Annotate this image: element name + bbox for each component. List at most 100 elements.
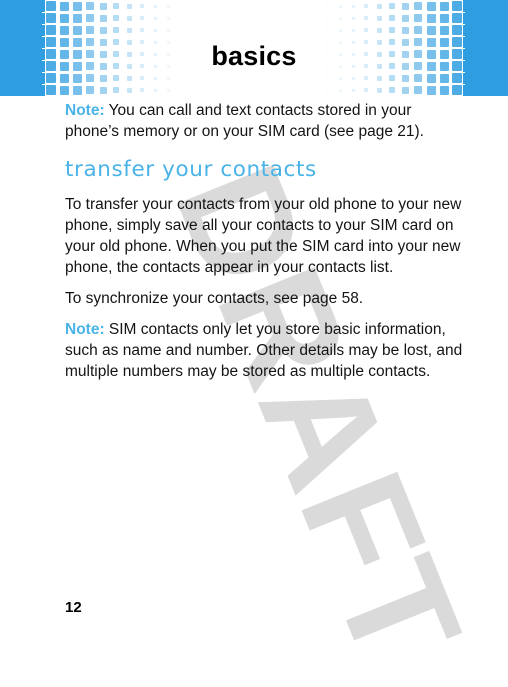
header-pattern-tick xyxy=(42,12,56,13)
header-pattern-square xyxy=(452,25,462,35)
header-pattern-square xyxy=(140,88,144,92)
header-pattern-square xyxy=(414,26,422,34)
header-pattern-tick xyxy=(42,48,56,49)
header-pattern-square xyxy=(166,16,170,20)
header-pattern-square xyxy=(153,4,157,8)
note-label: Note: xyxy=(65,321,105,338)
header-pattern-square xyxy=(414,2,422,10)
synchronize-paragraph: To synchronize your contacts, see page 5… xyxy=(65,290,364,307)
header-pattern-tick xyxy=(453,72,465,73)
header-pattern-square xyxy=(452,13,462,23)
header-pattern-tick xyxy=(453,36,465,37)
transfer-paragraph: To transfer your contacts from your old … xyxy=(65,196,462,276)
header-pattern-square xyxy=(46,13,56,23)
header-pattern-square xyxy=(59,1,69,11)
closing-note: Note: SIM contacts only let you store ba… xyxy=(65,319,465,382)
header-pattern-square xyxy=(389,15,395,21)
header-pattern-square xyxy=(426,25,436,35)
header-pattern-square xyxy=(351,16,355,20)
header-pattern-square xyxy=(389,75,395,81)
header-pattern-square xyxy=(166,88,170,92)
header-pattern-square xyxy=(326,17,328,19)
header-pattern-square xyxy=(439,85,449,95)
header-pattern-square xyxy=(426,73,436,83)
header-pattern-square xyxy=(46,85,56,95)
header-pattern-square xyxy=(59,73,69,83)
header-pattern-tick xyxy=(453,24,465,25)
header-pattern-square xyxy=(166,28,170,32)
header-pattern-square xyxy=(376,75,382,81)
note-text: You can call and text contacts stored in… xyxy=(65,102,424,140)
header-pattern-square xyxy=(376,87,382,93)
header-pattern-square xyxy=(180,89,182,91)
header-pattern-square xyxy=(452,1,462,11)
chapter-title: basics xyxy=(211,41,297,71)
header-pattern-tick xyxy=(42,96,56,97)
header-pattern-tick xyxy=(42,60,56,61)
header-pattern-square xyxy=(180,17,182,19)
header-pattern-square xyxy=(326,89,328,91)
page-content: Note: You can call and text contacts sto… xyxy=(65,100,465,392)
header-pattern-square xyxy=(364,28,368,32)
header-pattern-square xyxy=(326,77,328,79)
header-pattern-tick xyxy=(453,12,465,13)
header-pattern-square xyxy=(338,76,342,80)
header-pattern-square xyxy=(376,3,382,9)
header-pattern-square xyxy=(113,3,119,9)
header-pattern-square xyxy=(326,29,328,31)
header-pattern-square xyxy=(326,5,328,7)
header-pattern-square xyxy=(126,15,132,21)
header-pattern-square xyxy=(401,86,409,94)
header-pattern-square xyxy=(99,14,107,22)
header-pattern-tick xyxy=(453,60,465,61)
header-pattern-square xyxy=(86,74,94,82)
intro-note: Note: You can call and text contacts sto… xyxy=(65,100,465,142)
header-pattern-square xyxy=(153,28,157,32)
header-pattern-tick xyxy=(453,84,465,85)
header-pattern-square xyxy=(426,85,436,95)
header-pattern-square xyxy=(338,88,342,92)
header-pattern-square xyxy=(140,76,144,80)
header-pattern-square xyxy=(364,16,368,20)
header-pattern-square xyxy=(364,76,368,80)
header-pattern-square xyxy=(72,13,82,23)
header-pattern-square xyxy=(86,26,94,34)
section-heading: transfer your contacts xyxy=(65,157,317,182)
header-pattern-tick xyxy=(42,24,56,25)
header-pattern-square xyxy=(351,4,355,8)
header-pattern-square xyxy=(401,74,409,82)
header-pattern-tick xyxy=(42,36,56,37)
header-pattern-square xyxy=(86,14,94,22)
header-pattern-tick xyxy=(453,48,465,49)
header-pattern-square xyxy=(126,87,132,93)
header-pattern-square xyxy=(401,2,409,10)
header-pattern-square xyxy=(414,14,422,22)
header-pattern-square xyxy=(426,1,436,11)
header-pattern-square xyxy=(153,76,157,80)
header-pattern-square xyxy=(113,75,119,81)
header-pattern-square xyxy=(86,86,94,94)
header-pattern-square xyxy=(338,16,342,20)
header-pattern-square xyxy=(153,16,157,20)
header-pattern-square xyxy=(389,3,395,9)
header-pattern-square xyxy=(59,85,69,95)
header-pattern-square xyxy=(401,26,409,34)
header-pattern-square xyxy=(414,74,422,82)
header-pattern-square xyxy=(113,27,119,33)
header-pattern-square xyxy=(338,4,342,8)
header-pattern-square xyxy=(59,25,69,35)
header-pattern-square xyxy=(401,14,409,22)
header-pattern-square xyxy=(46,25,56,35)
header-pattern-square xyxy=(72,25,82,35)
header-pattern-square xyxy=(439,13,449,23)
header-pattern-square xyxy=(452,73,462,83)
header-pattern-square xyxy=(351,88,355,92)
header-pattern-square xyxy=(99,74,107,82)
header-pattern-square xyxy=(72,85,82,95)
header-pattern-square xyxy=(99,86,107,94)
header-pattern-square xyxy=(86,2,94,10)
header-pattern-square xyxy=(376,15,382,21)
note-text: SIM contacts only let you store basic in… xyxy=(65,321,463,380)
header-pattern-square xyxy=(113,87,119,93)
note-label: Note: xyxy=(65,102,105,119)
